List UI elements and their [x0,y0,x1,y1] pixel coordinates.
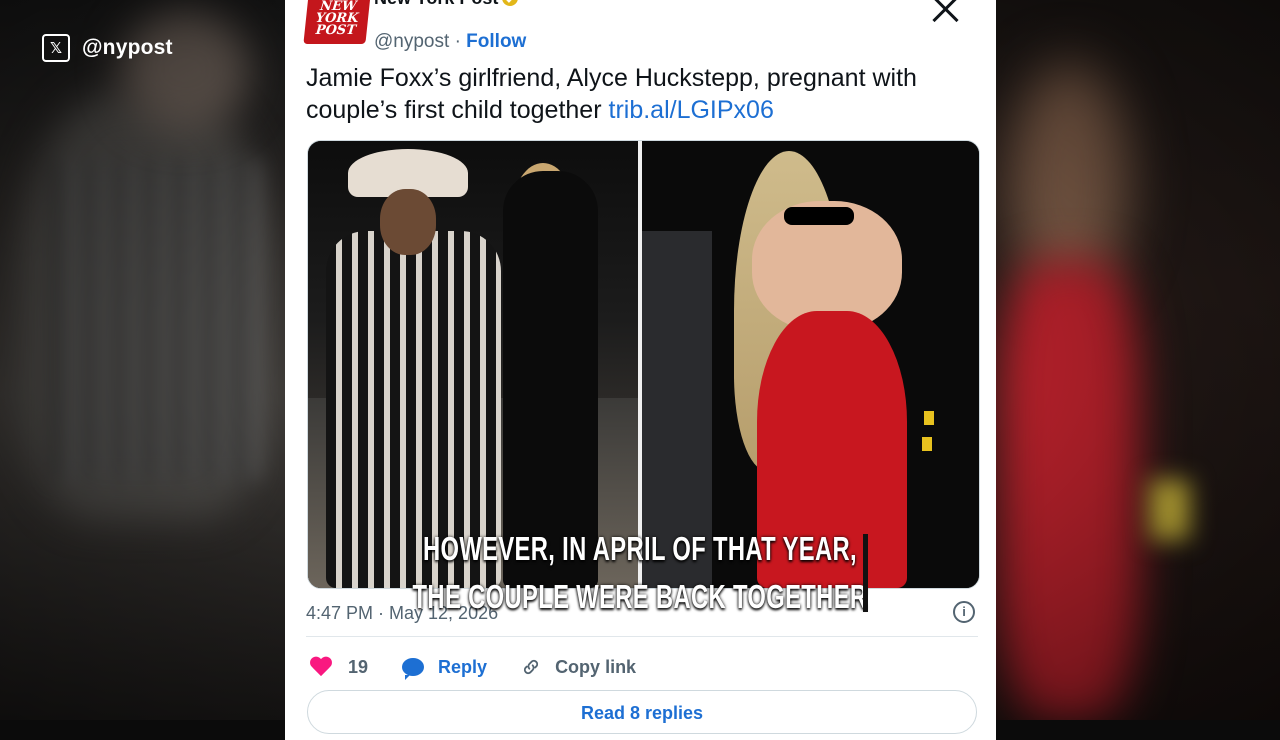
avatar-line-3: POST [314,23,357,38]
divider [306,636,978,637]
account-name[interactable]: New York Post [374,0,498,8]
close-icon[interactable] [930,0,960,26]
tweet-card: NEW YORK POST New York Post @nypost · Fo… [285,0,996,740]
reply-button[interactable]: Reply [402,656,488,680]
media-photo-right[interactable] [638,141,979,588]
like-button[interactable]: 19 [310,657,368,678]
watermark-handle: @nypost [82,36,173,59]
reply-bubble-icon [402,658,425,680]
link-icon [524,659,539,675]
tweet-media[interactable] [307,140,980,589]
avatar[interactable]: NEW YORK POST [303,0,371,44]
reply-label: Reply [438,656,488,677]
read-replies-button[interactable]: Read 8 replies [307,690,977,734]
tweet-header: NEW YORK POST New York Post @nypost · Fo… [303,0,976,52]
account-sub-row: @nypost · Follow [374,31,526,53]
caption-cursor [863,534,868,612]
copy-link-button[interactable]: Copy link [521,657,636,678]
video-caption-line-1: HOWEVER, IN APRIL OF THAT YEAR, [422,530,858,567]
copy-link-label: Copy link [555,656,637,677]
account-name-row[interactable]: New York Post [374,0,519,9]
tweet-link[interactable]: trib.al/LGIPx06 [609,96,774,124]
video-caption-line-2: THE COUPLE WERE BACK TOGETHER [412,578,868,615]
x-logo-icon: 𝕏 [42,34,70,62]
account-handle[interactable]: @nypost [374,31,449,52]
follow-button[interactable]: Follow [466,31,526,52]
like-count: 19 [348,656,369,677]
separator-dot: · [454,31,461,52]
tweet-actions: 19 Reply Copy link [310,652,670,682]
media-photo-left[interactable] [308,141,638,588]
tweet-text: Jamie Foxx’s girlfriend, Alyce Huckstepp… [306,62,966,126]
heart-icon [310,657,332,677]
watermark: 𝕏 @nypost [42,34,173,62]
verified-badge-icon [502,0,519,6]
